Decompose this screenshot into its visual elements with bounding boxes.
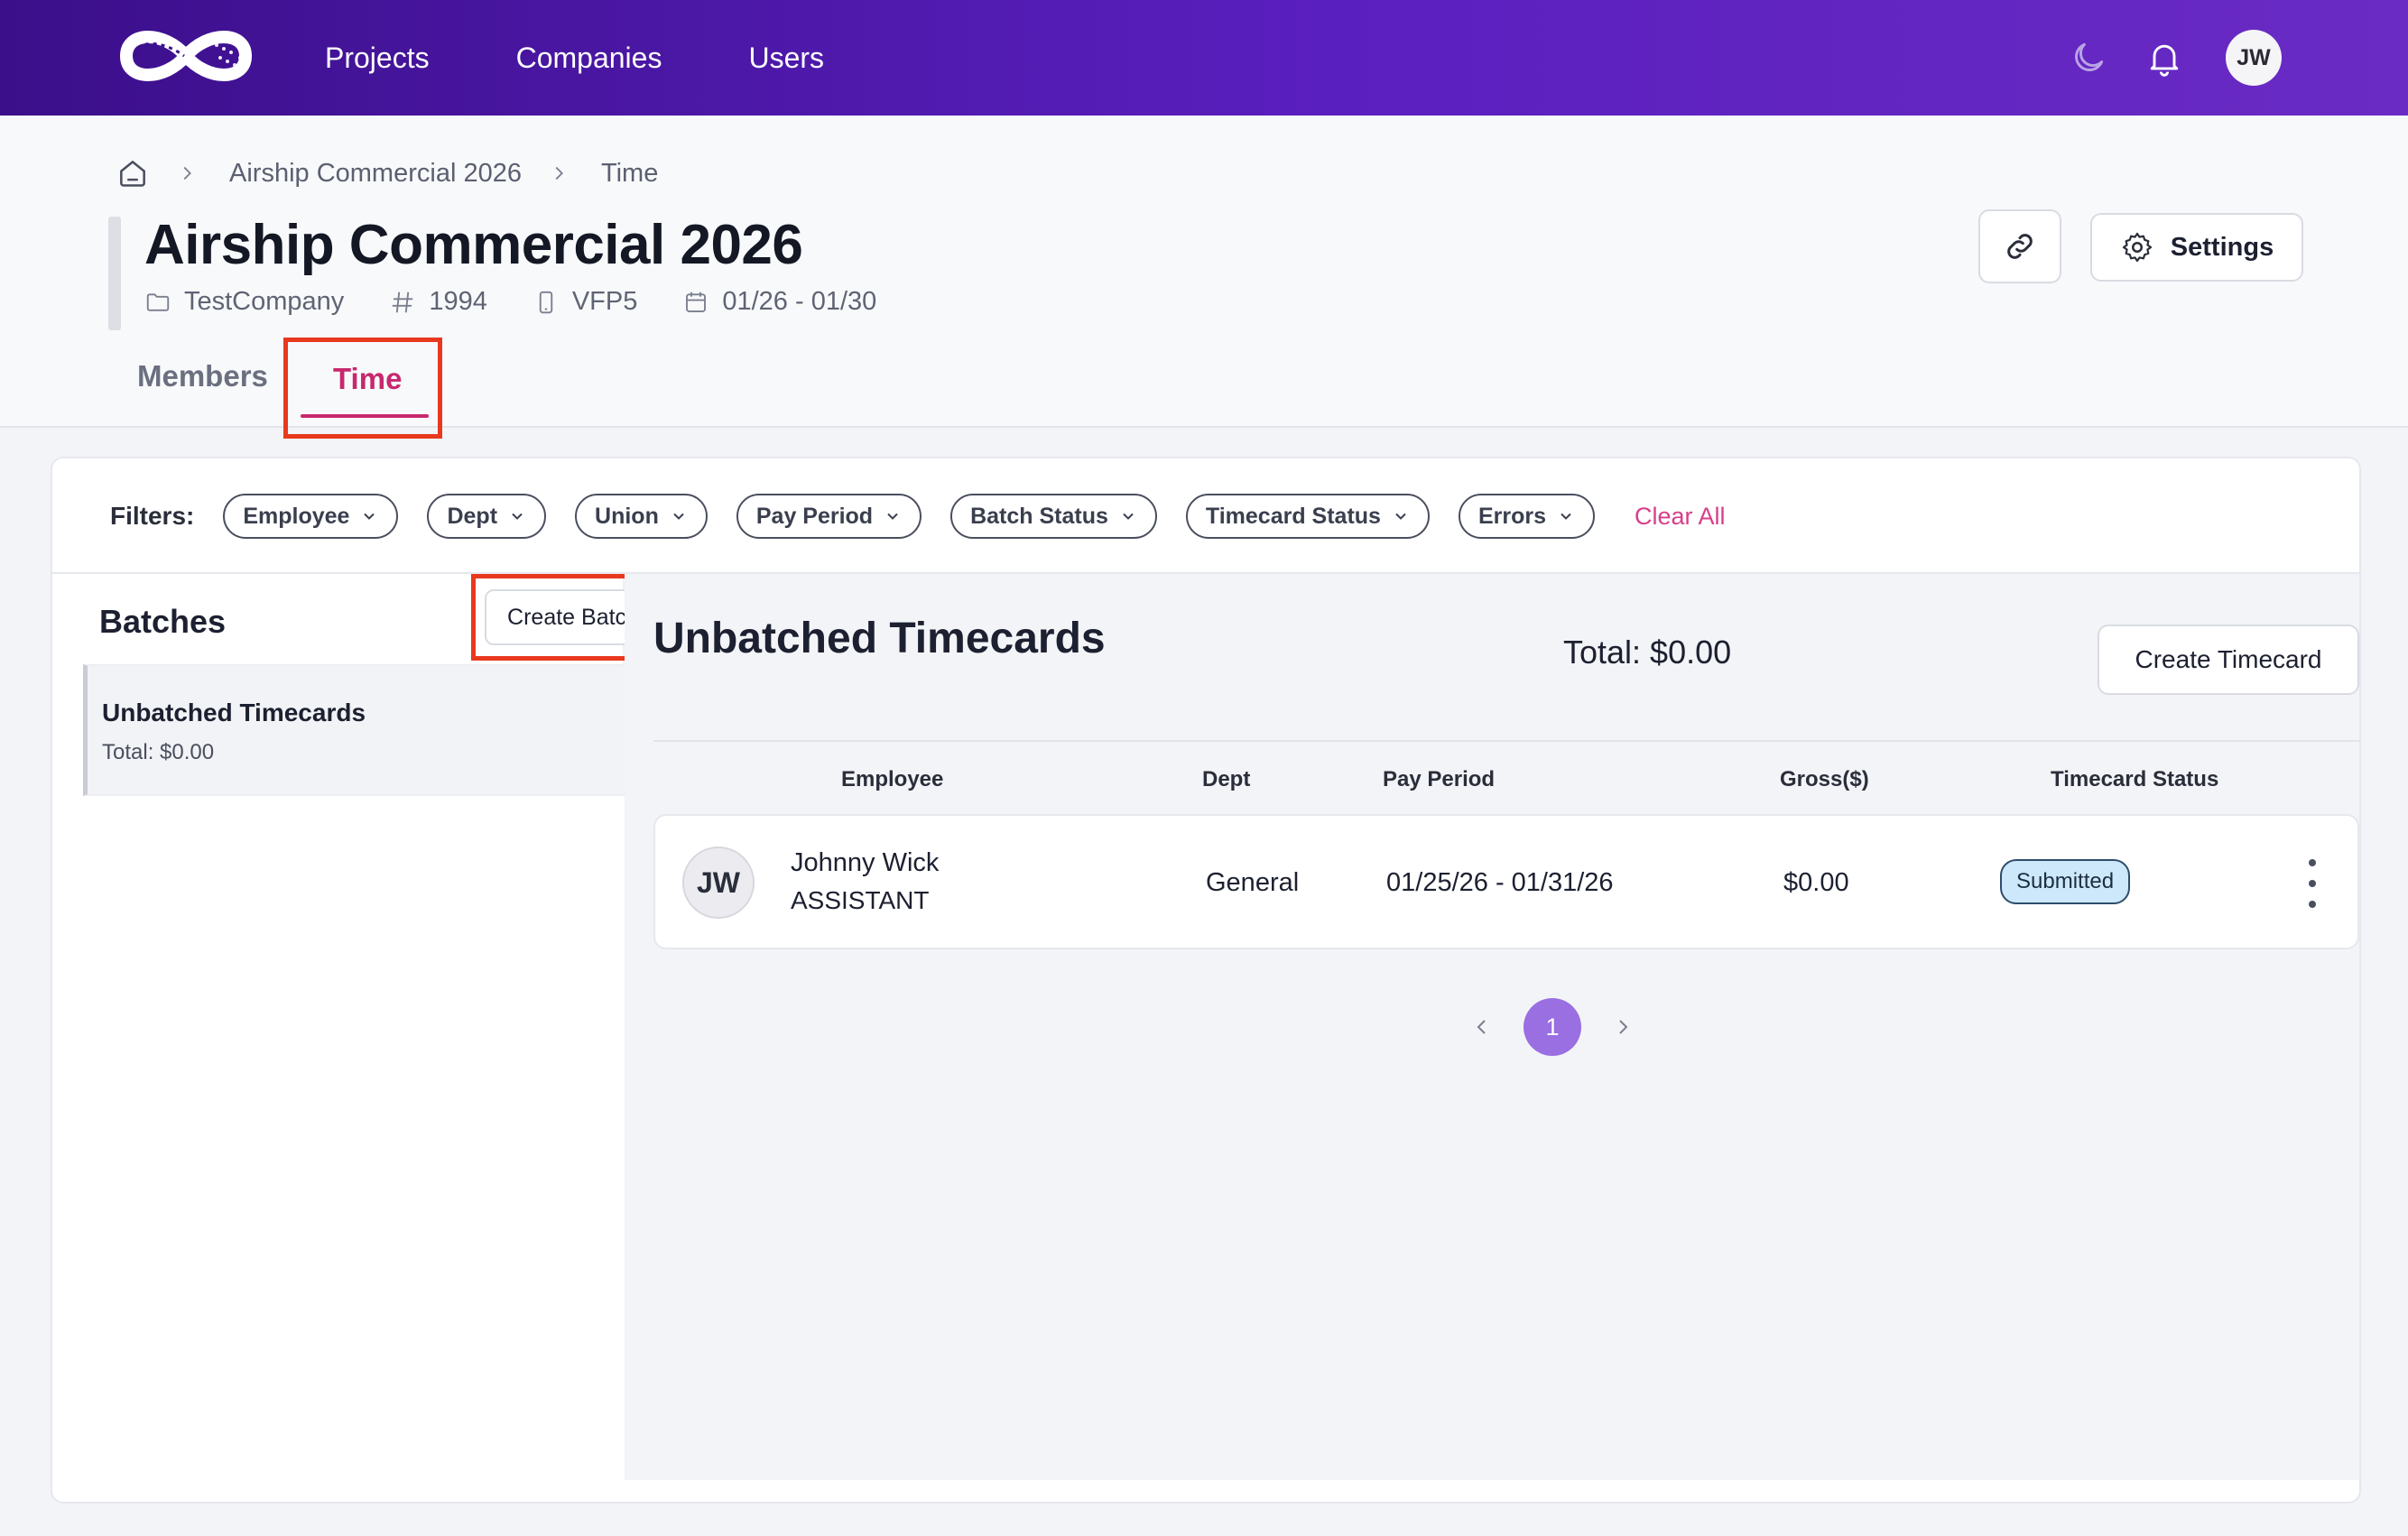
- filter-errors[interactable]: Errors: [1458, 494, 1596, 539]
- page-number-current[interactable]: 1: [1524, 998, 1581, 1056]
- tab-members[interactable]: Members: [137, 345, 268, 393]
- chevron-down-icon: [1561, 513, 1571, 520]
- chevron-down-icon: [1123, 513, 1134, 520]
- filter-dept-label: Dept: [447, 503, 498, 529]
- time-card-panel: Filters: Employee Dept Union Pay Period …: [51, 457, 2361, 1504]
- timecards-content: Unbatched Timecards Total: $0.00 Create …: [625, 574, 2359, 1480]
- home-icon[interactable]: [116, 156, 150, 190]
- project-tabs: Members Time: [137, 338, 442, 439]
- employee-role: ASSISTANT: [791, 886, 930, 914]
- status-badge: Submitted: [2000, 859, 2131, 904]
- filter-employee[interactable]: Employee: [223, 494, 399, 539]
- chevron-right-icon: [177, 163, 197, 183]
- chevron-left-icon[interactable]: [1464, 1009, 1500, 1045]
- active-tab-underline: [301, 414, 429, 418]
- logo-infinity-icon: [119, 31, 253, 81]
- project-number: 1994: [429, 287, 487, 316]
- column-header-employee: Employee: [841, 767, 944, 791]
- filter-batch-status[interactable]: Batch Status: [950, 494, 1157, 539]
- section-total: Total: $0.00: [1563, 634, 1732, 671]
- meta-company: TestCompany: [144, 287, 344, 317]
- filter-pay-period-label: Pay Period: [755, 503, 874, 529]
- filters-bar: Filters: Employee Dept Union Pay Period …: [110, 493, 1726, 540]
- project-code: VFP5: [571, 287, 638, 316]
- settings-label: Settings: [2170, 232, 2274, 262]
- create-timecard-button[interactable]: Create Timecard: [2098, 625, 2359, 695]
- meta-code: VFP5: [533, 287, 638, 317]
- cell-dept: General: [1206, 868, 1300, 897]
- link-icon: [2007, 234, 2033, 259]
- moon-icon[interactable]: [2067, 36, 2110, 79]
- column-header-pay-period: Pay Period: [1383, 767, 1496, 791]
- calendar-icon: [686, 291, 707, 312]
- batch-item-unbatched[interactable]: Unbatched Timecards Total: $0.00: [83, 664, 625, 796]
- tab-time[interactable]: Time: [333, 362, 402, 396]
- filter-timecard-status[interactable]: Timecard Status: [1185, 494, 1430, 539]
- filter-batch-status-label: Batch Status: [970, 503, 1108, 529]
- nav-link-projects[interactable]: Projects: [325, 42, 430, 75]
- breadcrumb-current: Time: [600, 158, 659, 188]
- column-header-dept: Dept: [1202, 767, 1251, 791]
- table-row[interactable]: JW Johnny Wick ASSISTANT General 01/25/2…: [653, 814, 2359, 949]
- breadcrumb-project[interactable]: Airship Commercial 2026: [229, 159, 522, 189]
- section-title: Unbatched Timecards: [653, 615, 1106, 662]
- gear-icon: [2122, 232, 2152, 263]
- user-avatar[interactable]: JW: [2226, 30, 2282, 86]
- copy-link-button[interactable]: [1978, 209, 2061, 283]
- chevron-right-icon[interactable]: [1605, 1009, 1641, 1045]
- cell-gross: $0.00: [1783, 868, 1849, 897]
- batches-title: Batches: [99, 603, 227, 640]
- filters-label: Filters:: [110, 502, 195, 530]
- filter-errors-label: Errors: [1477, 503, 1547, 529]
- filter-timecard-status-label: Timecard Status: [1205, 503, 1381, 529]
- chevron-down-icon: [512, 513, 523, 520]
- chevron-down-icon: [364, 513, 375, 520]
- nav-link-companies[interactable]: Companies: [516, 42, 662, 75]
- filter-union-label: Union: [595, 503, 659, 529]
- project-dates: 01/26 - 01/30: [722, 287, 877, 316]
- content-divider: [653, 740, 2359, 742]
- employee-name: Johnny Wick: [791, 848, 940, 877]
- project-header: Airship Commercial 2026 Time Airship Com…: [0, 116, 2408, 439]
- breadcrumb: Airship Commercial 2026 Time: [116, 155, 658, 191]
- filter-employee-label: Employee: [243, 503, 350, 529]
- chevron-down-icon: [1395, 513, 1406, 520]
- employee-avatar: JW: [682, 847, 755, 919]
- chevron-down-icon: [887, 513, 898, 520]
- chevron-down-icon: [673, 513, 684, 520]
- cell-pay-period: 01/25/26 - 01/31/26: [1386, 868, 1614, 897]
- tab-time-highlight: Time: [283, 338, 442, 439]
- batches-panel: Batches Create Batch Unbatched Timecards…: [83, 574, 675, 1480]
- bell-icon[interactable]: [2143, 36, 2186, 79]
- title-accent-bar: [108, 217, 121, 330]
- batches-empty-area: [83, 796, 625, 1480]
- filter-dept[interactable]: Dept: [427, 494, 547, 539]
- company-name: TestCompany: [184, 287, 345, 316]
- batch-item-total: Total: $0.00: [102, 740, 215, 764]
- column-header-gross: Gross($): [1780, 767, 1869, 791]
- filter-pay-period[interactable]: Pay Period: [736, 494, 922, 539]
- hash-icon: [393, 291, 413, 312]
- row-menu-icon[interactable]: [2301, 859, 2323, 908]
- filter-union[interactable]: Union: [575, 494, 708, 539]
- top-nav-bar: Projects Companies Users JW: [0, 0, 2408, 116]
- project-meta: TestCompany 1994 VFP5 01/26 - 01/30: [144, 287, 922, 317]
- nav-link-users[interactable]: Users: [748, 42, 824, 75]
- folder-icon: [146, 292, 170, 311]
- pagination: 1: [1464, 998, 1641, 1056]
- clear-all-filters-link[interactable]: Clear All: [1635, 503, 1726, 531]
- settings-button[interactable]: Settings: [2090, 213, 2303, 282]
- meta-dates: 01/26 - 01/30: [682, 287, 876, 317]
- meta-number: 1994: [389, 287, 487, 317]
- column-header-timecard-status: Timecard Status: [2051, 767, 2219, 791]
- chevron-right-icon: [549, 163, 569, 183]
- page-title: Airship Commercial 2026: [144, 214, 803, 276]
- app-logo[interactable]: [108, 18, 264, 94]
- device-icon: [539, 291, 553, 313]
- batch-item-title: Unbatched Timecards: [102, 699, 366, 726]
